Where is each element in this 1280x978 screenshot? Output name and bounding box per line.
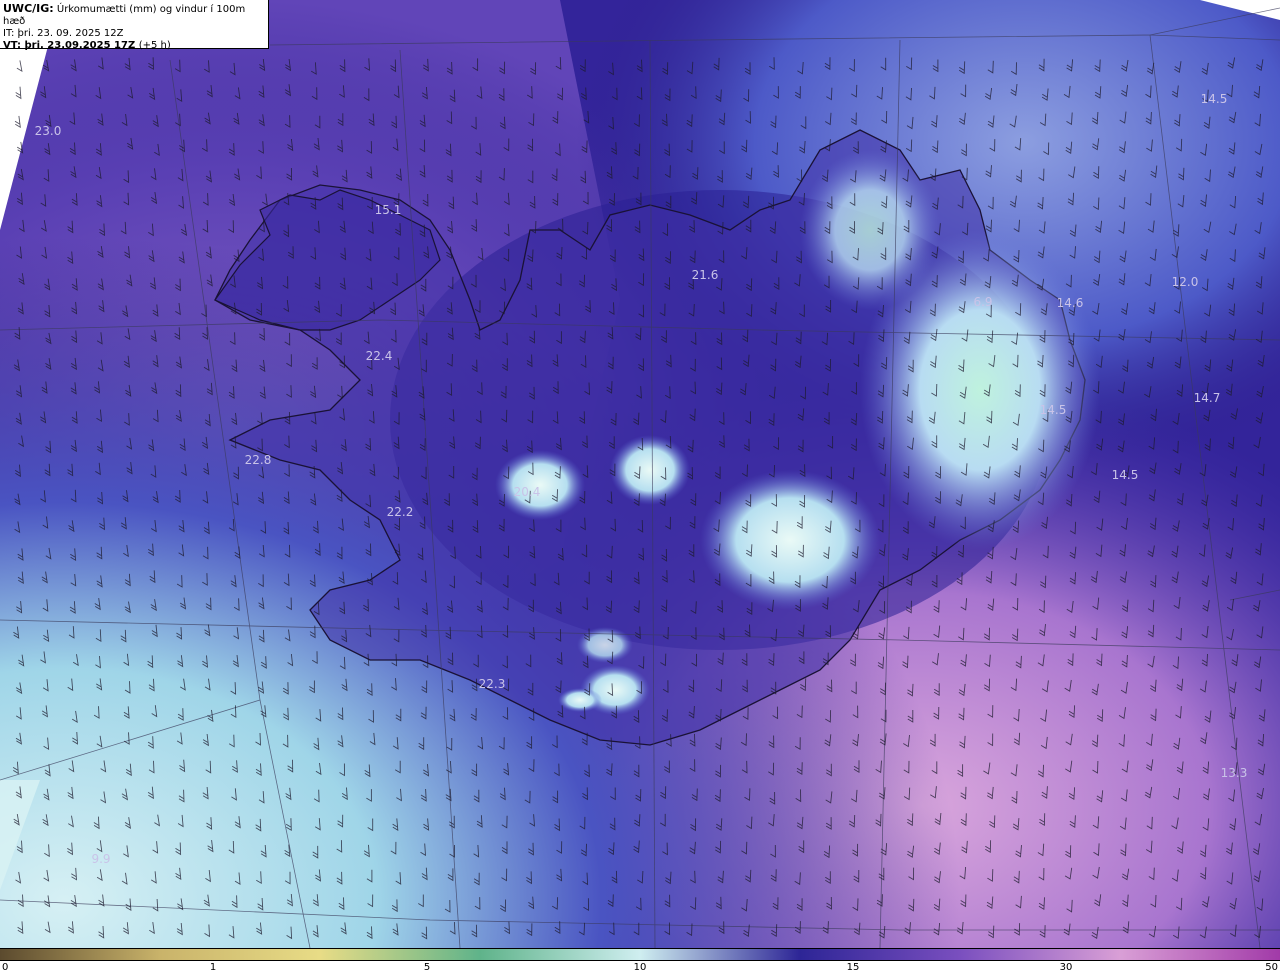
map-label: 14.5 — [1111, 468, 1139, 482]
precip-core-eyjafjallajokull — [558, 688, 602, 712]
precip-core-hofsjokull — [610, 435, 690, 505]
precip-core-torfajokull — [577, 627, 633, 663]
map-header-box: UWC/IG: Úrkomumætti (mm) og vindur í 100… — [0, 0, 269, 52]
map-label: 14.6 — [1056, 296, 1084, 310]
map-canvas — [0, 0, 1280, 948]
map-label: 14.7 — [1193, 391, 1221, 405]
map-label: 13.3 — [1220, 766, 1248, 780]
header-title-line: UWC/IG: Úrkomumætti (mm) og vindur í 100… — [3, 3, 268, 28]
colorbar-tick: 30 — [1059, 962, 1073, 973]
colorbar-tick: 50 — [1265, 962, 1278, 973]
valid-time-line: VT: þri. 23.09.2025 17Z (+5 h) — [3, 40, 268, 52]
product-code: UWC/IG: — [3, 2, 54, 15]
precip-core-vatnajokull — [700, 470, 880, 610]
map-area[interactable]: UWC/IG: Úrkomumætti (mm) og vindur í 100… — [0, 0, 1280, 948]
map-label: 12.0 — [1171, 275, 1199, 289]
map-label: 15.1 — [374, 203, 402, 217]
map-label: 9.9 — [91, 852, 111, 866]
map-label: 20.4 — [513, 485, 541, 499]
map-label: 14.5 — [1039, 403, 1067, 417]
map-label: 22.3 — [478, 677, 506, 691]
colorbar-strip — [0, 948, 1280, 961]
map-label: 22.2 — [386, 505, 414, 519]
valid-time: VT: þri. 23.09.2025 17Z — [3, 40, 136, 51]
map-label: 14.5 — [1200, 92, 1228, 106]
precip-core-northeast — [800, 150, 940, 310]
colorbar-tick: 0 — [2, 962, 9, 973]
map-label: 22.4 — [365, 349, 393, 363]
map-label: 23.0 — [34, 124, 62, 138]
colorbar-tick: 5 — [423, 962, 431, 973]
map-label: 21.6 — [691, 268, 719, 282]
map-label: 6.9 — [973, 295, 993, 309]
colorbar-legend: 0 1 5 10 15 30 50 — [0, 948, 1280, 978]
colorbar-tick: 10 — [633, 962, 647, 973]
colorbar-tick: 15 — [846, 962, 860, 973]
colorbar-tick: 1 — [209, 962, 217, 973]
lead-time: (+5 h) — [138, 40, 171, 51]
map-label: 22.8 — [244, 453, 272, 467]
issue-time: IT: þri. 23. 09. 2025 12Z — [3, 28, 124, 39]
